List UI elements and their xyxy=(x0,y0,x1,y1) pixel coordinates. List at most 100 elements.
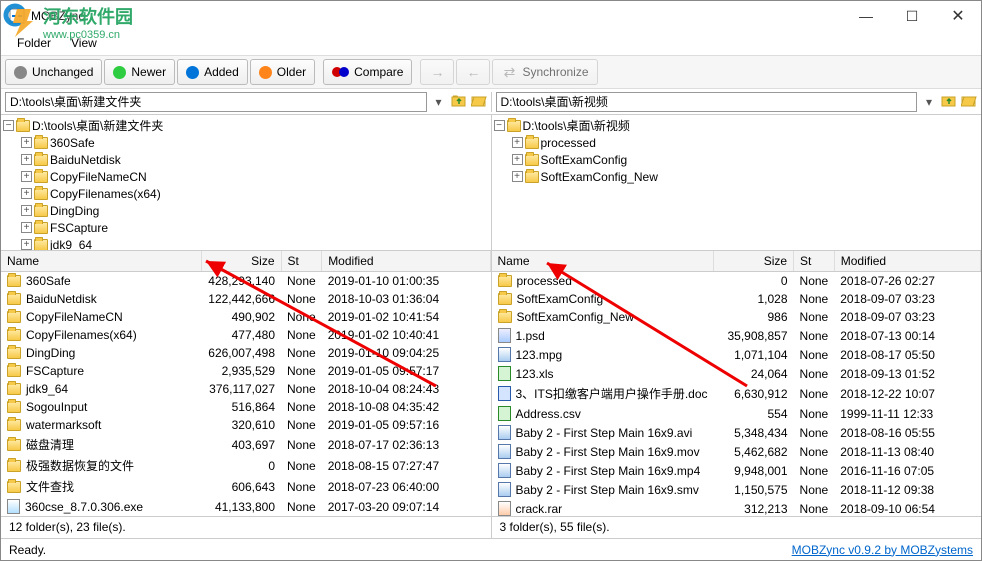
tree-expand-icon[interactable]: + xyxy=(21,171,32,182)
tree-expand-icon[interactable]: + xyxy=(21,239,32,250)
tree-node[interactable]: +SoftExamConfig xyxy=(494,151,980,168)
row-size: 516,864 xyxy=(201,398,281,416)
right-list[interactable]: Name Size St Modified processed0None2018… xyxy=(492,251,982,516)
list-row[interactable]: 360cse_8.7.0.306.exe41,133,800None2017-0… xyxy=(1,497,490,516)
right-path-input[interactable]: D:\tools\桌面\新视频 xyxy=(496,92,918,112)
list-row[interactable]: 极强数据恢复的文件0None2018-08-15 07:27:47 xyxy=(1,455,490,476)
tree-node[interactable]: +DingDing xyxy=(3,202,489,219)
list-row[interactable]: 磁盘清理403,697None2018-07-17 02:36:13 xyxy=(1,434,490,455)
right-up-folder-icon[interactable] xyxy=(941,92,957,111)
tree-expand-icon[interactable]: + xyxy=(512,171,523,182)
row-modified: 2019-01-05 09:57:16 xyxy=(322,416,490,434)
left-up-folder-icon[interactable] xyxy=(451,92,467,111)
row-modified: 2018-07-23 06:40:00 xyxy=(322,476,490,497)
exe-file-icon xyxy=(7,499,20,514)
tree-expand-icon[interactable]: + xyxy=(512,137,523,148)
list-row[interactable]: SogouInput516,864None2018-10-08 04:35:42 xyxy=(1,398,490,416)
synchronize-button[interactable]: ⇄Synchronize xyxy=(492,59,597,85)
list-row[interactable]: Address.csv554None1999-11-11 12:33 xyxy=(492,404,981,423)
folder-icon xyxy=(34,188,48,200)
list-row[interactable]: 文件查找606,643None2018-07-23 06:40:00 xyxy=(1,476,490,497)
left-list[interactable]: Name Size St Modified 360Safe428,293,140… xyxy=(1,251,491,516)
list-row[interactable]: jdk9_64376,117,027None2018-10-04 08:24:4… xyxy=(1,380,490,398)
col-modified[interactable]: Modified xyxy=(322,251,490,272)
col-name[interactable]: Name xyxy=(492,251,714,272)
list-row[interactable]: watermarksoft320,610None2019-01-05 09:57… xyxy=(1,416,490,434)
img-file-icon xyxy=(498,328,511,343)
col-name[interactable]: Name xyxy=(1,251,201,272)
col-size[interactable]: Size xyxy=(714,251,794,272)
row-status: None xyxy=(281,455,322,476)
tree-expand-icon[interactable]: + xyxy=(512,154,523,165)
tree-node-label: SoftExamConfig_New xyxy=(541,170,658,184)
tree-expand-icon[interactable]: + xyxy=(21,188,32,199)
tree-node[interactable]: +FSCapture xyxy=(3,219,489,236)
tree-node[interactable]: +CopyFilenames(x64) xyxy=(3,185,489,202)
row-modified: 2019-01-05 09:57:17 xyxy=(322,362,490,380)
filter-added-button[interactable]: Added xyxy=(177,59,248,85)
filter-older-button[interactable]: Older xyxy=(250,59,315,85)
tree-expand-icon[interactable]: + xyxy=(21,222,32,233)
menu-view[interactable]: View xyxy=(63,34,105,52)
folder-icon xyxy=(34,205,48,217)
list-row[interactable]: 1.psd35,908,857None2018-07-13 00:14 xyxy=(492,326,981,345)
folder-icon xyxy=(525,137,539,149)
row-size: 5,348,434 xyxy=(714,423,794,442)
compare-button[interactable]: Compare xyxy=(323,59,412,85)
filter-newer-button[interactable]: Newer xyxy=(104,59,175,85)
list-row[interactable]: SoftExamConfig_New986None2018-09-07 03:2… xyxy=(492,308,981,326)
close-button[interactable]: ✕ xyxy=(935,1,981,31)
row-size: 122,442,666 xyxy=(201,290,281,308)
left-open-folder-icon[interactable] xyxy=(471,92,487,111)
list-row[interactable]: crack.rar312,213None2018-09-10 06:54 xyxy=(492,499,981,516)
filter-unchanged-button[interactable]: Unchanged xyxy=(5,59,102,85)
list-row[interactable]: FSCapture2,935,529None2019-01-05 09:57:1… xyxy=(1,362,490,380)
tree-root-label[interactable]: D:\tools\桌面\新建文件夹 xyxy=(32,117,163,134)
row-modified: 1999-11-11 12:33 xyxy=(834,404,980,423)
col-modified[interactable]: Modified xyxy=(834,251,980,272)
list-row[interactable]: Baby 2 - First Step Main 16x9.smv1,150,5… xyxy=(492,480,981,499)
col-st[interactable]: St xyxy=(281,251,322,272)
list-row[interactable]: 3、ITS扣缴客户端用户操作手册.doc6,630,912None2018-12… xyxy=(492,383,981,404)
version-link[interactable]: MOBZync v0.9.2 by MOBZystems xyxy=(792,543,973,557)
maximize-button[interactable]: ☐ xyxy=(889,1,935,31)
tree-expand-icon[interactable]: + xyxy=(21,154,32,165)
list-row[interactable]: CopyFileNameCN490,902None2019-01-02 10:4… xyxy=(1,308,490,326)
row-name: jdk9_64 xyxy=(26,382,68,396)
list-row[interactable]: Baby 2 - First Step Main 16x9.mp49,948,0… xyxy=(492,461,981,480)
minimize-button[interactable]: — xyxy=(843,1,889,31)
list-row[interactable]: 360Safe428,293,140None2019-01-10 01:00:3… xyxy=(1,272,490,291)
menu-folder[interactable]: Folder xyxy=(9,34,59,52)
left-path-dropdown-icon[interactable]: ▾ xyxy=(431,95,447,109)
sync-right-button[interactable]: ← xyxy=(456,59,490,85)
tree-node[interactable]: +BaiduNetdisk xyxy=(3,151,489,168)
tree-node[interactable]: +processed xyxy=(494,134,980,151)
list-row[interactable]: CopyFilenames(x64)477,480None2019-01-02 … xyxy=(1,326,490,344)
sync-left-button[interactable]: → xyxy=(420,59,454,85)
tree-expand-icon[interactable]: + xyxy=(21,137,32,148)
left-tree[interactable]: − D:\tools\桌面\新建文件夹 +360Safe+BaiduNetdisk… xyxy=(1,115,491,251)
tree-node[interactable]: +360Safe xyxy=(3,134,489,151)
tree-node[interactable]: +CopyFileNameCN xyxy=(3,168,489,185)
folder-icon xyxy=(34,137,48,149)
right-tree[interactable]: −D:\tools\桌面\新视频 +processed+SoftExamConf… xyxy=(492,115,982,251)
tree-node[interactable]: +jdk9_64 xyxy=(3,236,489,251)
list-row[interactable]: 123.xls24,064None2018-09-13 01:52 xyxy=(492,364,981,383)
list-row[interactable]: DingDing626,007,498None2019-01-10 09:04:… xyxy=(1,344,490,362)
tree-root-label[interactable]: D:\tools\桌面\新视频 xyxy=(523,117,630,134)
tree-collapse-icon[interactable]: − xyxy=(494,120,505,131)
list-row[interactable]: Baby 2 - First Step Main 16x9.avi5,348,4… xyxy=(492,423,981,442)
right-open-folder-icon[interactable] xyxy=(961,92,977,111)
list-row[interactable]: BaiduNetdisk122,442,666None2018-10-03 01… xyxy=(1,290,490,308)
right-path-dropdown-icon[interactable]: ▾ xyxy=(921,95,937,109)
tree-node[interactable]: + SoftExamConfig_New xyxy=(494,168,980,185)
tree-expand-icon[interactable]: + xyxy=(21,205,32,216)
col-st[interactable]: St xyxy=(794,251,835,272)
list-row[interactable]: 123.mpg1,071,104None2018-08-17 05:50 xyxy=(492,345,981,364)
col-size[interactable]: Size xyxy=(201,251,281,272)
list-row[interactable]: processed0None2018-07-26 02:27 xyxy=(492,272,981,291)
list-row[interactable]: SoftExamConfig1,028None2018-09-07 03:23 xyxy=(492,290,981,308)
left-path-input[interactable]: D:\tools\桌面\新建文件夹 xyxy=(5,92,427,112)
tree-collapse-icon[interactable]: − xyxy=(3,120,14,131)
list-row[interactable]: Baby 2 - First Step Main 16x9.mov5,462,6… xyxy=(492,442,981,461)
